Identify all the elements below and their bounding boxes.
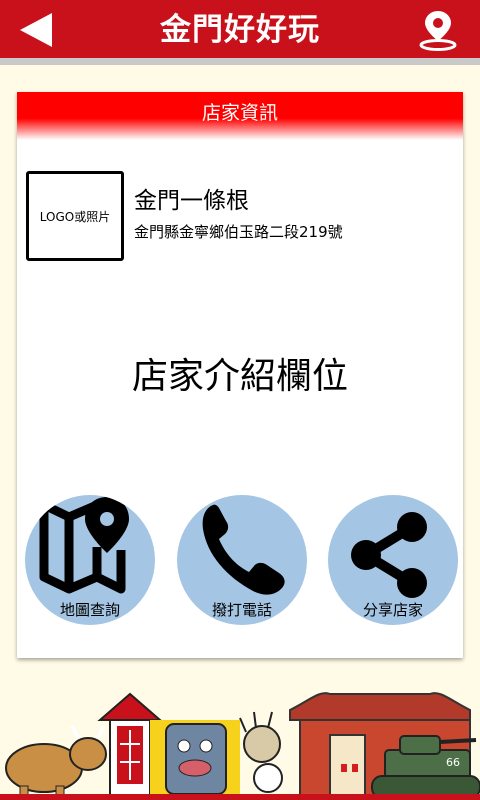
- location-pin-icon[interactable]: [416, 8, 460, 52]
- top-bar: 金門好好玩: [0, 0, 480, 58]
- shop-name: 金門一條根: [134, 188, 249, 214]
- share-store-label: 分享店家: [362, 601, 423, 619]
- card-header: 店家資訊: [17, 92, 463, 140]
- call-label: 撥打電話: [211, 601, 272, 619]
- map-query-label: 地圖查詢: [59, 601, 120, 619]
- header-divider: [0, 58, 480, 65]
- call-button[interactable]: 撥打電話: [177, 495, 307, 625]
- shop-logo-placeholder: LOGO或照片: [26, 171, 124, 261]
- bottom-red-strip: [0, 794, 480, 800]
- app-title: 金門好好玩: [160, 12, 320, 48]
- map-query-button[interactable]: 地圖查詢: [25, 495, 155, 625]
- shop-info-card: 店家資訊 LOGO或照片 金門一條根 金門縣金寧鄉伯玉路二段219號 店家介紹欄…: [17, 92, 463, 658]
- shop-address: 金門縣金寧鄉伯玉路二段219號: [134, 223, 343, 241]
- tank-number: 66: [446, 756, 460, 769]
- shop-intro: 店家介紹欄位: [131, 356, 348, 397]
- cow-icon: [5, 725, 107, 800]
- hoopoe-bird-icon: [239, 711, 283, 793]
- wind-lion-icon: [165, 723, 227, 795]
- share-store-button[interactable]: 分享店家: [328, 495, 458, 625]
- kinmen-illustration: 66: [0, 692, 480, 800]
